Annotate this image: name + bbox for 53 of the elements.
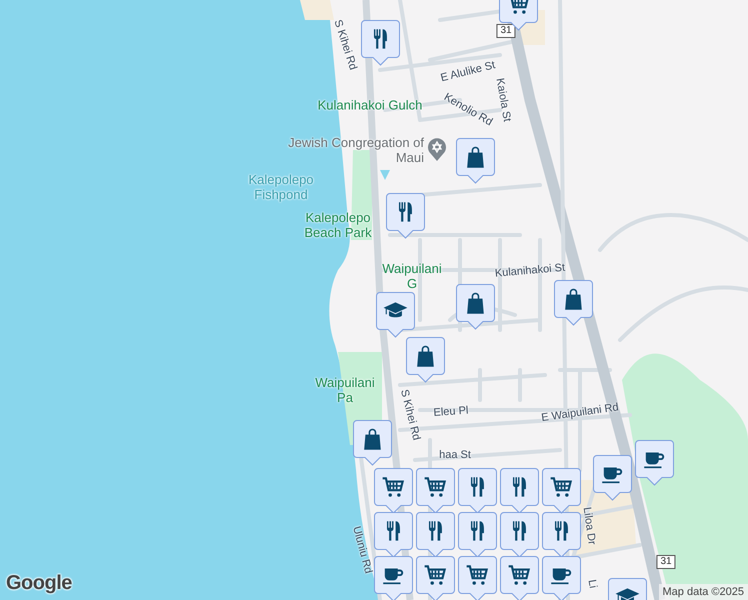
park-label: Kulanihakoi Gulch: [316, 98, 424, 112]
map-attribution: Map data ©2025: [658, 584, 748, 600]
pond: [380, 170, 390, 180]
street-label: Kulanihakoi St: [494, 260, 566, 282]
fork-knife-icon: [512, 521, 526, 541]
street-label: S Kihei Rd: [397, 388, 424, 442]
map-logo: Google: [6, 571, 72, 596]
shopping-cart-icon: [550, 477, 572, 497]
shopping-bag-icon: [467, 292, 484, 314]
shopping-cart-icon: [382, 477, 404, 497]
park-label: Waipuilani Pa: [314, 375, 376, 405]
place-of-worship-icon[interactable]: [426, 136, 448, 162]
shopping-cart-icon: [424, 477, 446, 497]
map-pin[interactable]: [458, 556, 497, 600]
route-shield: 31: [656, 555, 676, 569]
street-label: Li: [584, 578, 600, 590]
street-label: S Kihei Rd: [330, 18, 360, 72]
street-label: Liloa Dr: [580, 506, 599, 546]
coffee-cup-icon: [551, 568, 572, 584]
shopping-bag-icon: [417, 346, 434, 367]
map-pin[interactable]: [500, 556, 539, 600]
street-label: E Alulike St: [439, 58, 496, 86]
map-pin[interactable]: [374, 556, 413, 600]
fork-knife-icon: [428, 521, 442, 541]
shopping-bag-icon: [565, 288, 582, 310]
fork-knife-icon: [470, 521, 484, 541]
graduation-cap-icon: [616, 588, 640, 600]
street-label: haa St: [439, 448, 471, 463]
street-label: Kaiola St: [494, 76, 514, 124]
shopping-cart-icon: [424, 565, 446, 585]
street-label: E Waipuilani Rd: [540, 400, 620, 426]
sand-area: [300, 0, 334, 20]
graduation-cap-icon: [384, 302, 408, 318]
shopping-bag-icon: [364, 428, 381, 450]
fork-knife-icon: [386, 521, 400, 541]
fork-knife-icon: [470, 477, 484, 497]
park-label: Waipuilani G: [381, 261, 443, 291]
fork-knife-icon: [374, 29, 387, 49]
street-label: Uluniu Rd: [349, 524, 376, 576]
shopping-cart-icon: [466, 565, 488, 585]
water-label: Kalepolepo Fishpond: [247, 172, 315, 202]
map-pin[interactable]: [416, 556, 455, 600]
coffee-cup-icon: [602, 467, 622, 484]
shopping-bag-icon: [467, 146, 484, 168]
coffee-cup-icon: [383, 568, 404, 584]
fork-knife-icon: [512, 477, 526, 497]
coffee-cup-icon: [644, 452, 664, 468]
fork-knife-icon: [554, 521, 568, 541]
map-pin[interactable]: [542, 556, 581, 600]
shopping-cart-icon: [508, 565, 530, 585]
fork-knife-icon: [398, 202, 412, 222]
street-label: Eleu Pl: [433, 404, 469, 421]
route-shield: 31: [496, 24, 516, 38]
